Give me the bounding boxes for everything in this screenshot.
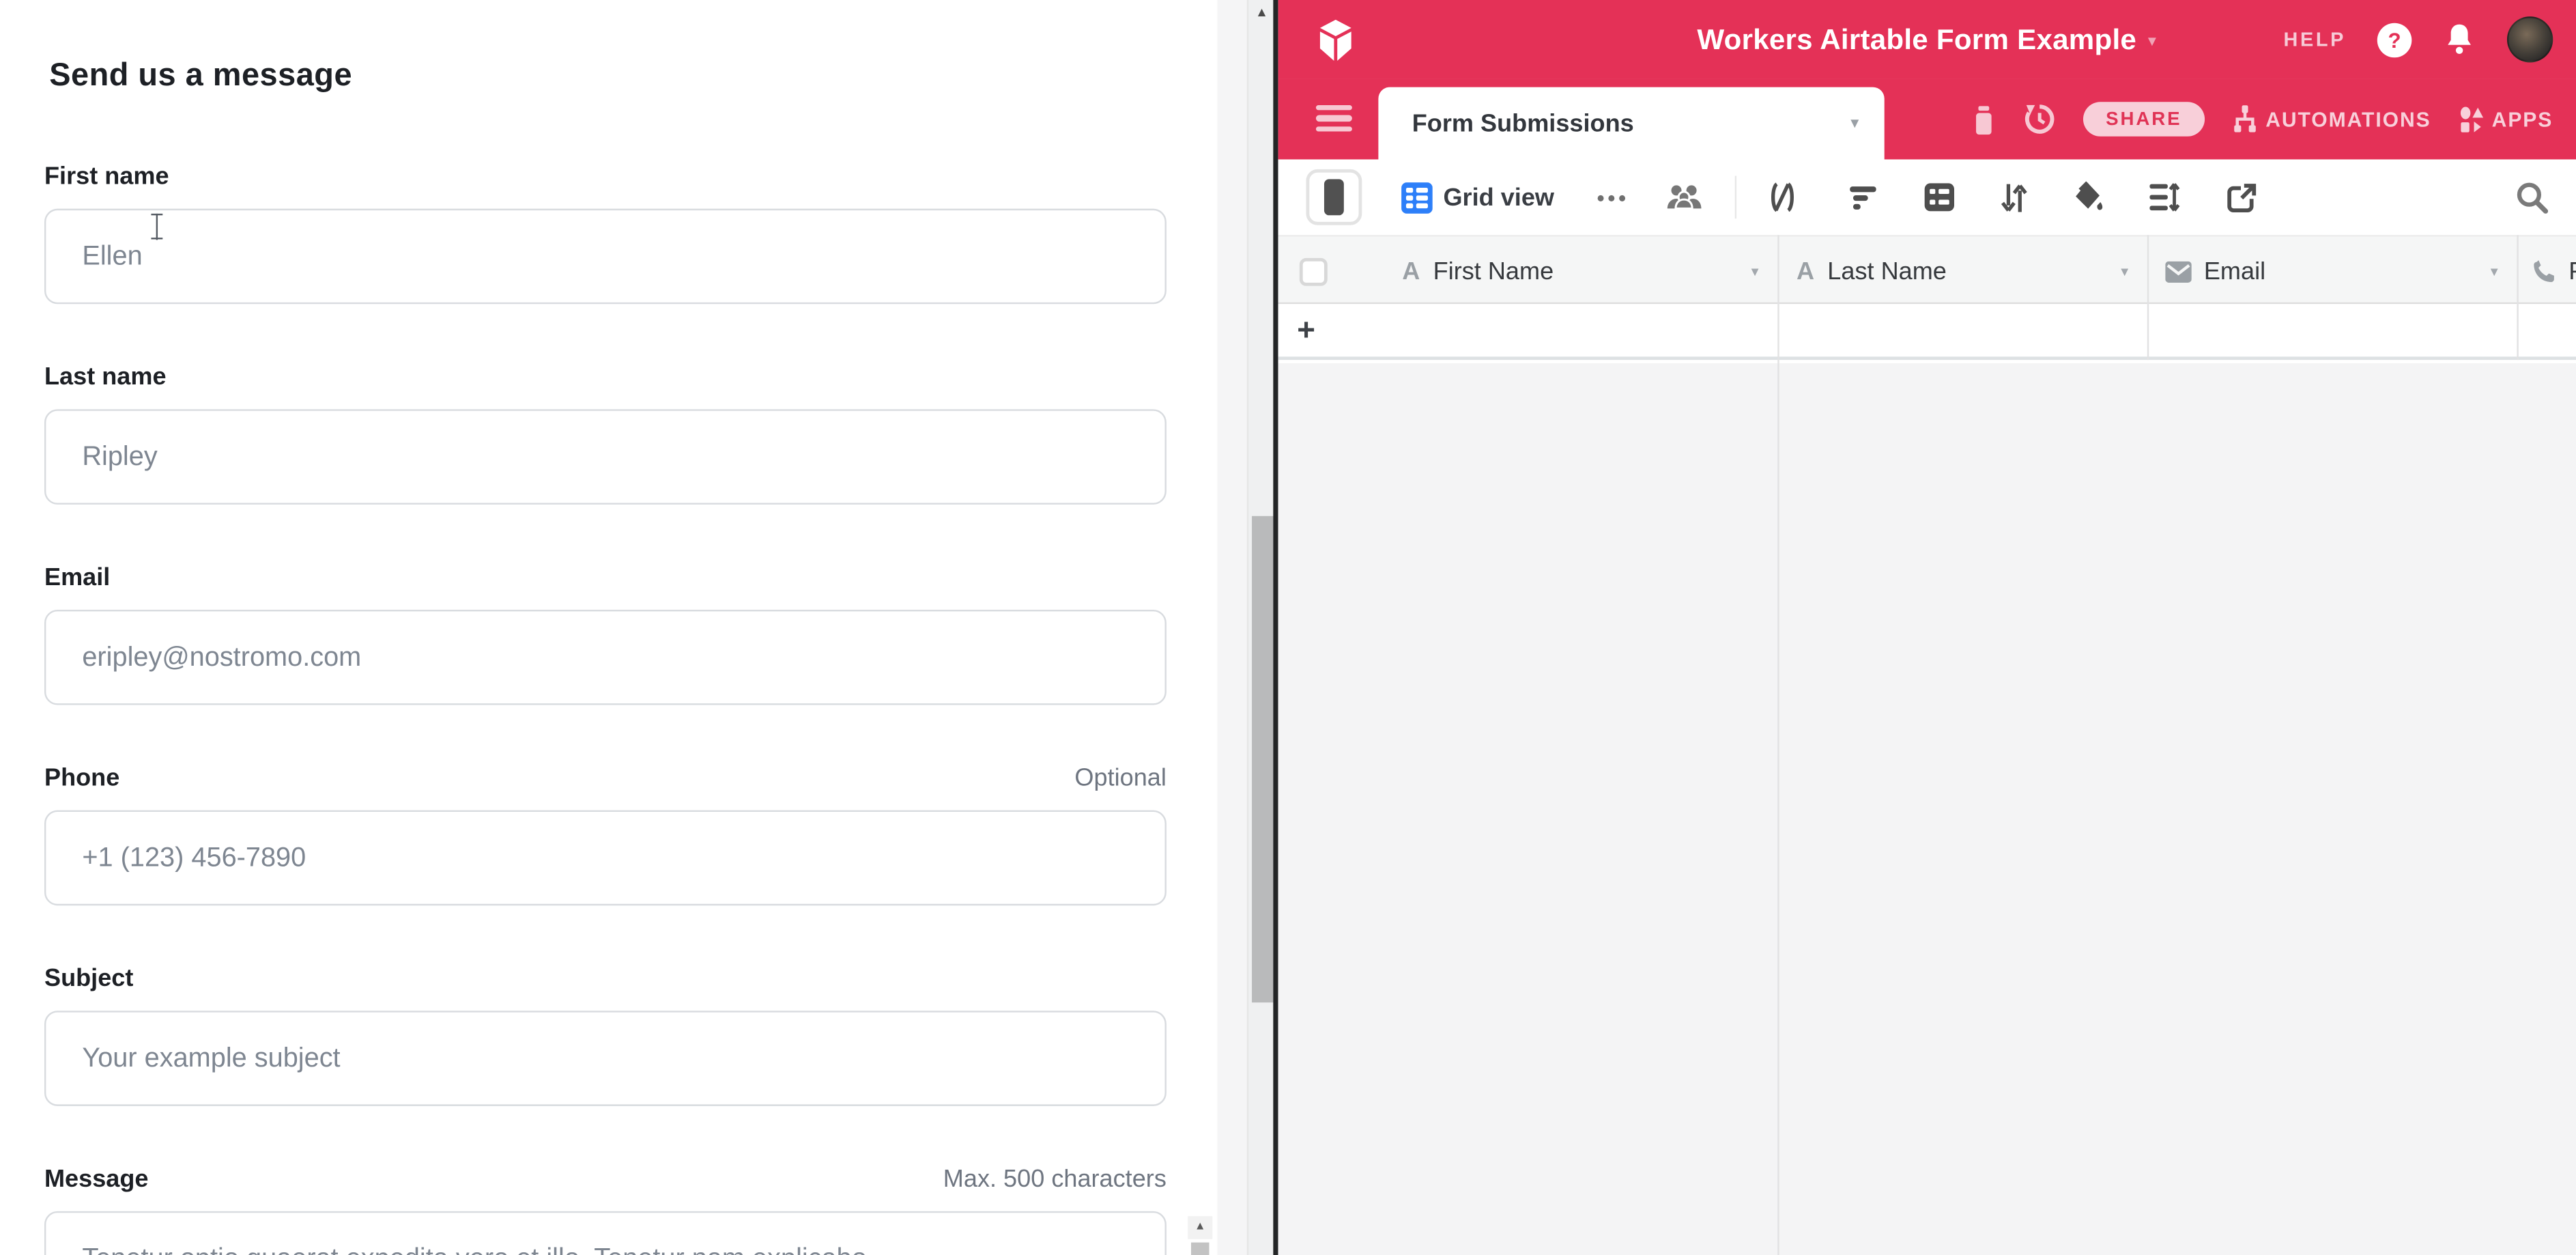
add-row[interactable]: + (1277, 304, 2576, 360)
automations-icon (2233, 105, 2257, 133)
page-scrollbar[interactable]: ▲ (1247, 0, 1274, 1255)
chevron-down-icon[interactable]: ▾ (2121, 262, 2128, 280)
collaborators-icon[interactable] (1665, 182, 1702, 212)
phone-label: Phone (44, 764, 119, 792)
filter-icon[interactable] (1848, 184, 1877, 211)
window-gutter: ▲ (1218, 0, 1274, 1255)
first-name-input[interactable] (44, 209, 1167, 305)
avatar[interactable] (2507, 16, 2553, 62)
column-header-first-name[interactable]: A First Name ▾ (1402, 237, 1777, 306)
grid-header-row: A First Name ▾ A Last Name ▾ Email ▾ (1277, 235, 2576, 304)
menu-icon[interactable] (1315, 105, 1351, 132)
page-scroll-thumb[interactable] (1251, 516, 1272, 1002)
chevron-down-icon[interactable]: ▾ (1751, 262, 1759, 280)
topbar-actions: HELP ? (2284, 0, 2553, 79)
message-field-group: Message Max. 500 characters (44, 1165, 1167, 1255)
column-header-email[interactable]: Email ▾ (2147, 237, 2517, 306)
contact-form-pane: Send us a message First name Last name E… (0, 0, 1218, 1255)
last-name-label: Last name (44, 363, 167, 391)
email-field-group: Email (44, 564, 1167, 705)
more-icon[interactable]: ••• (1597, 185, 1629, 210)
tabbar-actions: SHARE AUTOMATIONS (1971, 79, 2553, 160)
search-icon[interactable] (2515, 181, 2548, 214)
tab-form-submissions[interactable]: Form Submissions ▾ (1377, 87, 1883, 160)
table-tabbar: Form Submissions ▾ SHARE (1277, 79, 2576, 160)
column-divider (1777, 235, 1778, 1255)
grid-view-button[interactable]: Grid view (1401, 182, 1554, 213)
screen: Send us a message First name Last name E… (0, 0, 2576, 1255)
message-textarea[interactable] (44, 1211, 1167, 1255)
phone-input[interactable] (44, 810, 1167, 906)
hide-fields-icon[interactable] (1766, 181, 1799, 214)
phone-field-group: Phone Optional (44, 764, 1167, 905)
sort-icon[interactable] (2001, 182, 2027, 213)
textarea-scroll-thumb[interactable] (1191, 1243, 1209, 1255)
row-height-icon[interactable] (2148, 182, 2179, 212)
group-icon[interactable] (1923, 182, 1955, 212)
optional-note: Optional (1074, 764, 1166, 792)
last-name-input[interactable] (44, 409, 1167, 505)
page-title: Send us a message (49, 57, 352, 95)
subject-field-group: Subject (44, 965, 1167, 1106)
column-header-last-name[interactable]: A Last Name ▾ (1777, 237, 2147, 306)
share-button[interactable]: SHARE (2083, 102, 2205, 137)
bell-icon[interactable] (2443, 21, 2476, 57)
subject-label: Subject (44, 965, 133, 993)
help-button[interactable]: HELP (2284, 28, 2346, 51)
last-name-field-group: Last name (44, 363, 1167, 505)
scroll-up-icon[interactable]: ▲ (1188, 1216, 1212, 1239)
history-icon[interactable] (2024, 104, 2055, 135)
grid-empty-area (1277, 363, 2576, 1255)
chevron-down-icon: ▾ (2148, 29, 2156, 50)
apps-icon (2459, 106, 2484, 132)
text-field-icon: A (1797, 257, 1814, 285)
subject-input[interactable] (44, 1011, 1167, 1106)
first-name-label: First name (44, 163, 169, 191)
airtable-pane: Workers Airtable Form Example ▾ HELP ? F… (1277, 0, 2576, 1255)
chevron-down-icon: ▾ (1850, 114, 1859, 132)
email-label: Email (44, 564, 110, 592)
message-label: Message (44, 1165, 149, 1193)
email-input[interactable] (44, 610, 1167, 705)
view-sidebar-toggle[interactable] (1305, 169, 1361, 225)
automations-button[interactable]: AUTOMATIONS (2233, 105, 2431, 133)
view-toolbar: Grid view ••• (1277, 159, 2576, 235)
scroll-up-icon[interactable]: ▲ (1248, 1, 1275, 23)
color-icon[interactable] (2071, 181, 2104, 214)
phone-field-icon (2531, 259, 2556, 283)
share-view-icon[interactable] (2226, 182, 2257, 213)
airtable-topbar: Workers Airtable Form Example ▾ HELP ? (1277, 0, 2576, 79)
trash-icon[interactable] (1971, 104, 1996, 134)
max-chars-note: Max. 500 characters (943, 1165, 1167, 1193)
column-header-phone[interactable]: P (2516, 237, 2576, 306)
first-name-field-group: First name (44, 163, 1167, 304)
textarea-scrollbar[interactable]: ▲ (1188, 1216, 1212, 1252)
select-all-checkbox[interactable] (1299, 257, 1327, 285)
email-field-icon (2164, 260, 2191, 281)
grid-view-icon (1401, 182, 1432, 213)
text-field-icon: A (1402, 257, 1420, 285)
question-icon[interactable]: ? (2377, 22, 2412, 57)
plus-icon[interactable]: + (1297, 314, 1315, 350)
column-divider (2516, 235, 2517, 360)
column-divider (2147, 235, 2148, 360)
toolbar-divider (1734, 176, 1736, 219)
apps-button[interactable]: APPS (2459, 106, 2553, 132)
chevron-down-icon[interactable]: ▾ (2491, 262, 2498, 280)
